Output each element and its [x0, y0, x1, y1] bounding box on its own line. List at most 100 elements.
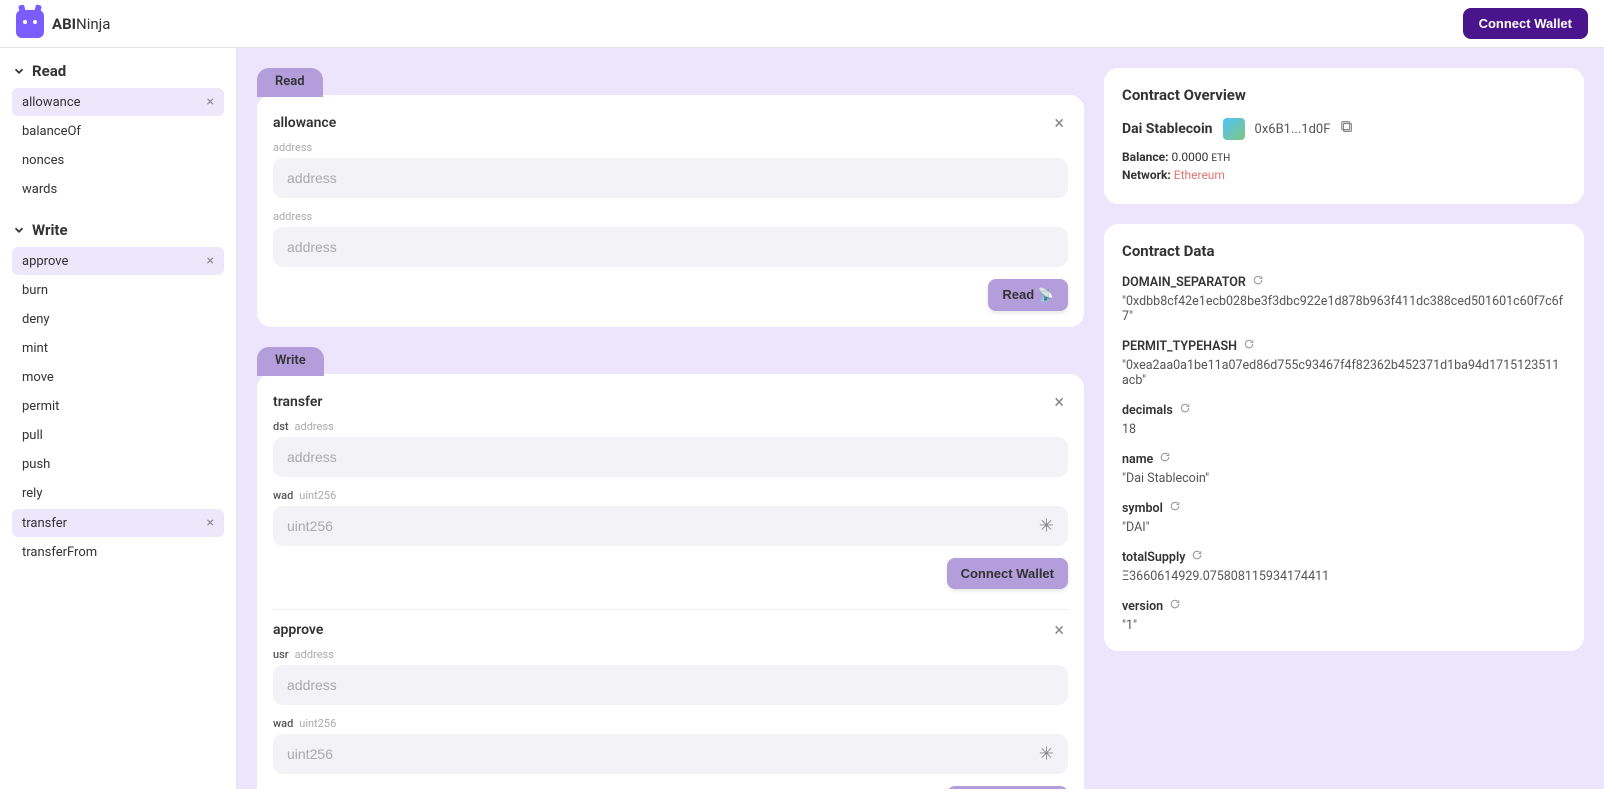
function-block-approve: approve×usraddresswaduint256✳Connect Wal…: [273, 618, 1068, 789]
close-icon[interactable]: ×: [207, 253, 214, 269]
brand-text: ABINinja: [52, 15, 110, 33]
param-input[interactable]: [273, 227, 1068, 267]
center-column: Read allowance×addressaddressRead 📡 Writ…: [257, 68, 1084, 769]
chevron-down-icon: [12, 223, 26, 237]
star-icon[interactable]: ✳: [1039, 744, 1054, 765]
contract-data-item: totalSupply Ξ3660614929.07580811593417441…: [1122, 549, 1566, 584]
contract-data-key: totalSupply: [1122, 550, 1185, 565]
right-column: Contract Overview Dai Stablecoin 0x6B1..…: [1104, 68, 1584, 769]
function-title: transfer: [273, 394, 1068, 410]
refresh-icon[interactable]: [1191, 549, 1203, 565]
sidebar-item-wards[interactable]: wards: [12, 176, 224, 203]
contract-overview-panel: Contract Overview Dai Stablecoin 0x6B1..…: [1104, 68, 1584, 204]
close-icon[interactable]: ×: [207, 94, 214, 110]
sidebar: Read allowance × balanceOf nonces wards Writ…: [0, 48, 237, 789]
function-title: allowance: [273, 115, 1068, 131]
sidebar-item-mint[interactable]: mint: [12, 335, 224, 362]
param-label: waduint256: [273, 489, 1068, 502]
sidebar-write-label: Write: [32, 221, 68, 239]
contract-data-key: version: [1122, 599, 1163, 614]
sidebar-item-burn[interactable]: burn: [12, 277, 224, 304]
sidebar-read-label: Read: [32, 62, 66, 80]
brand[interactable]: ABINinja: [16, 10, 110, 38]
sidebar-item-move[interactable]: move: [12, 364, 224, 391]
contract-data-item: decimals 18: [1122, 402, 1566, 437]
contract-name: Dai Stablecoin: [1122, 121, 1213, 137]
sidebar-item-transfer[interactable]: transfer×: [12, 509, 224, 537]
refresh-icon[interactable]: [1169, 598, 1181, 614]
sidebar-item-approve[interactable]: approve ×: [12, 247, 224, 275]
read-method-list: allowance × balanceOf nonces wards: [12, 88, 224, 203]
contract-data-item: DOMAIN_SEPARATOR"0xdbb8cf42e1ecb028be3f3…: [1122, 274, 1566, 324]
contract-address[interactable]: 0x6B1...1d0F: [1255, 122, 1331, 137]
param-label: waduint256: [273, 717, 1068, 730]
function-block-allowance: allowance×addressaddressRead 📡: [273, 111, 1068, 311]
refresh-icon[interactable]: [1252, 274, 1264, 290]
param-input[interactable]: [273, 734, 1068, 774]
contract-data-key: symbol: [1122, 501, 1163, 516]
contract-data-title: Contract Data: [1122, 242, 1566, 260]
contract-overview-title: Contract Overview: [1122, 86, 1566, 104]
chevron-down-icon: [12, 64, 26, 78]
close-icon[interactable]: ×: [207, 515, 214, 531]
read-card: Read allowance×addressaddressRead 📡: [257, 95, 1084, 327]
sidebar-item-label: allowance: [22, 95, 81, 110]
sidebar-write-header[interactable]: Write: [12, 221, 224, 239]
sidebar-item-deny[interactable]: deny: [12, 306, 224, 333]
refresh-icon[interactable]: [1179, 402, 1191, 418]
sidebar-item-label: deny: [22, 312, 50, 327]
connect-wallet-button[interactable]: Connect Wallet: [1463, 8, 1588, 39]
sidebar-item-label: nonces: [22, 153, 64, 168]
sidebar-item-balanceOf[interactable]: balanceOf: [12, 118, 224, 145]
sidebar-item-nonces[interactable]: nonces: [12, 147, 224, 174]
sidebar-item-label: approve: [22, 254, 68, 269]
contract-avatar-icon: [1223, 118, 1245, 140]
param-input[interactable]: [273, 437, 1068, 477]
close-icon[interactable]: ×: [1054, 115, 1064, 133]
balance-row: Balance: 0.0000 ETH: [1122, 150, 1566, 164]
contract-data-value: Ξ3660614929.075808115934174411: [1122, 569, 1566, 584]
contract-data-key: decimals: [1122, 403, 1173, 418]
param-label: address: [273, 141, 1068, 154]
param-input[interactable]: [273, 158, 1068, 198]
refresh-icon[interactable]: [1169, 500, 1181, 516]
sidebar-item-label: permit: [22, 399, 59, 414]
contract-data-value: "0xdbb8cf42e1ecb028be3f3dbc922e1d878b963…: [1122, 294, 1566, 324]
topbar: ABINinja Connect Wallet: [0, 0, 1604, 48]
read-tab: Read: [257, 68, 323, 97]
sidebar-item-label: transferFrom: [22, 545, 97, 560]
refresh-icon[interactable]: [1243, 338, 1255, 354]
param-input[interactable]: [273, 665, 1068, 705]
contract-data-key: name: [1122, 452, 1153, 467]
contract-data-value: "DAI": [1122, 520, 1566, 535]
sidebar-item-rely[interactable]: rely: [12, 480, 224, 507]
close-icon[interactable]: ×: [1054, 622, 1064, 640]
sidebar-item-label: burn: [22, 283, 48, 298]
param-input[interactable]: [273, 506, 1068, 546]
contract-data-item: name"Dai Stablecoin": [1122, 451, 1566, 486]
copy-icon[interactable]: [1340, 120, 1354, 138]
sidebar-item-push[interactable]: push: [12, 451, 224, 478]
contract-data-value: 18: [1122, 422, 1566, 437]
sidebar-item-label: mint: [22, 341, 48, 356]
sidebar-read-header[interactable]: Read: [12, 62, 224, 80]
sidebar-item-label: wards: [22, 182, 57, 197]
sidebar-item-allowance[interactable]: allowance ×: [12, 88, 224, 116]
contract-data-item: PERMIT_TYPEHASH"0xea2aa0a1be11a07ed86d75…: [1122, 338, 1566, 388]
refresh-icon[interactable]: [1159, 451, 1171, 467]
sidebar-item-pull[interactable]: pull: [12, 422, 224, 449]
network-link[interactable]: Ethereum: [1174, 168, 1225, 182]
close-icon[interactable]: ×: [1054, 394, 1064, 412]
sidebar-item-label: balanceOf: [22, 124, 81, 139]
sidebar-item-label: rely: [22, 486, 43, 501]
sidebar-item-transferFrom[interactable]: transferFrom: [12, 539, 224, 566]
sidebar-item-label: move: [22, 370, 54, 385]
write-tab: Write: [257, 347, 324, 376]
star-icon[interactable]: ✳: [1039, 516, 1054, 537]
connect-wallet-button[interactable]: Connect Wallet: [947, 786, 1068, 789]
connect-wallet-button[interactable]: Connect Wallet: [947, 558, 1068, 589]
read-button[interactable]: Read 📡: [988, 279, 1068, 311]
sidebar-item-permit[interactable]: permit: [12, 393, 224, 420]
function-block-transfer: transfer×dstaddresswaduint256✳Connect Wa…: [273, 390, 1068, 610]
contract-data-key: PERMIT_TYPEHASH: [1122, 339, 1237, 354]
